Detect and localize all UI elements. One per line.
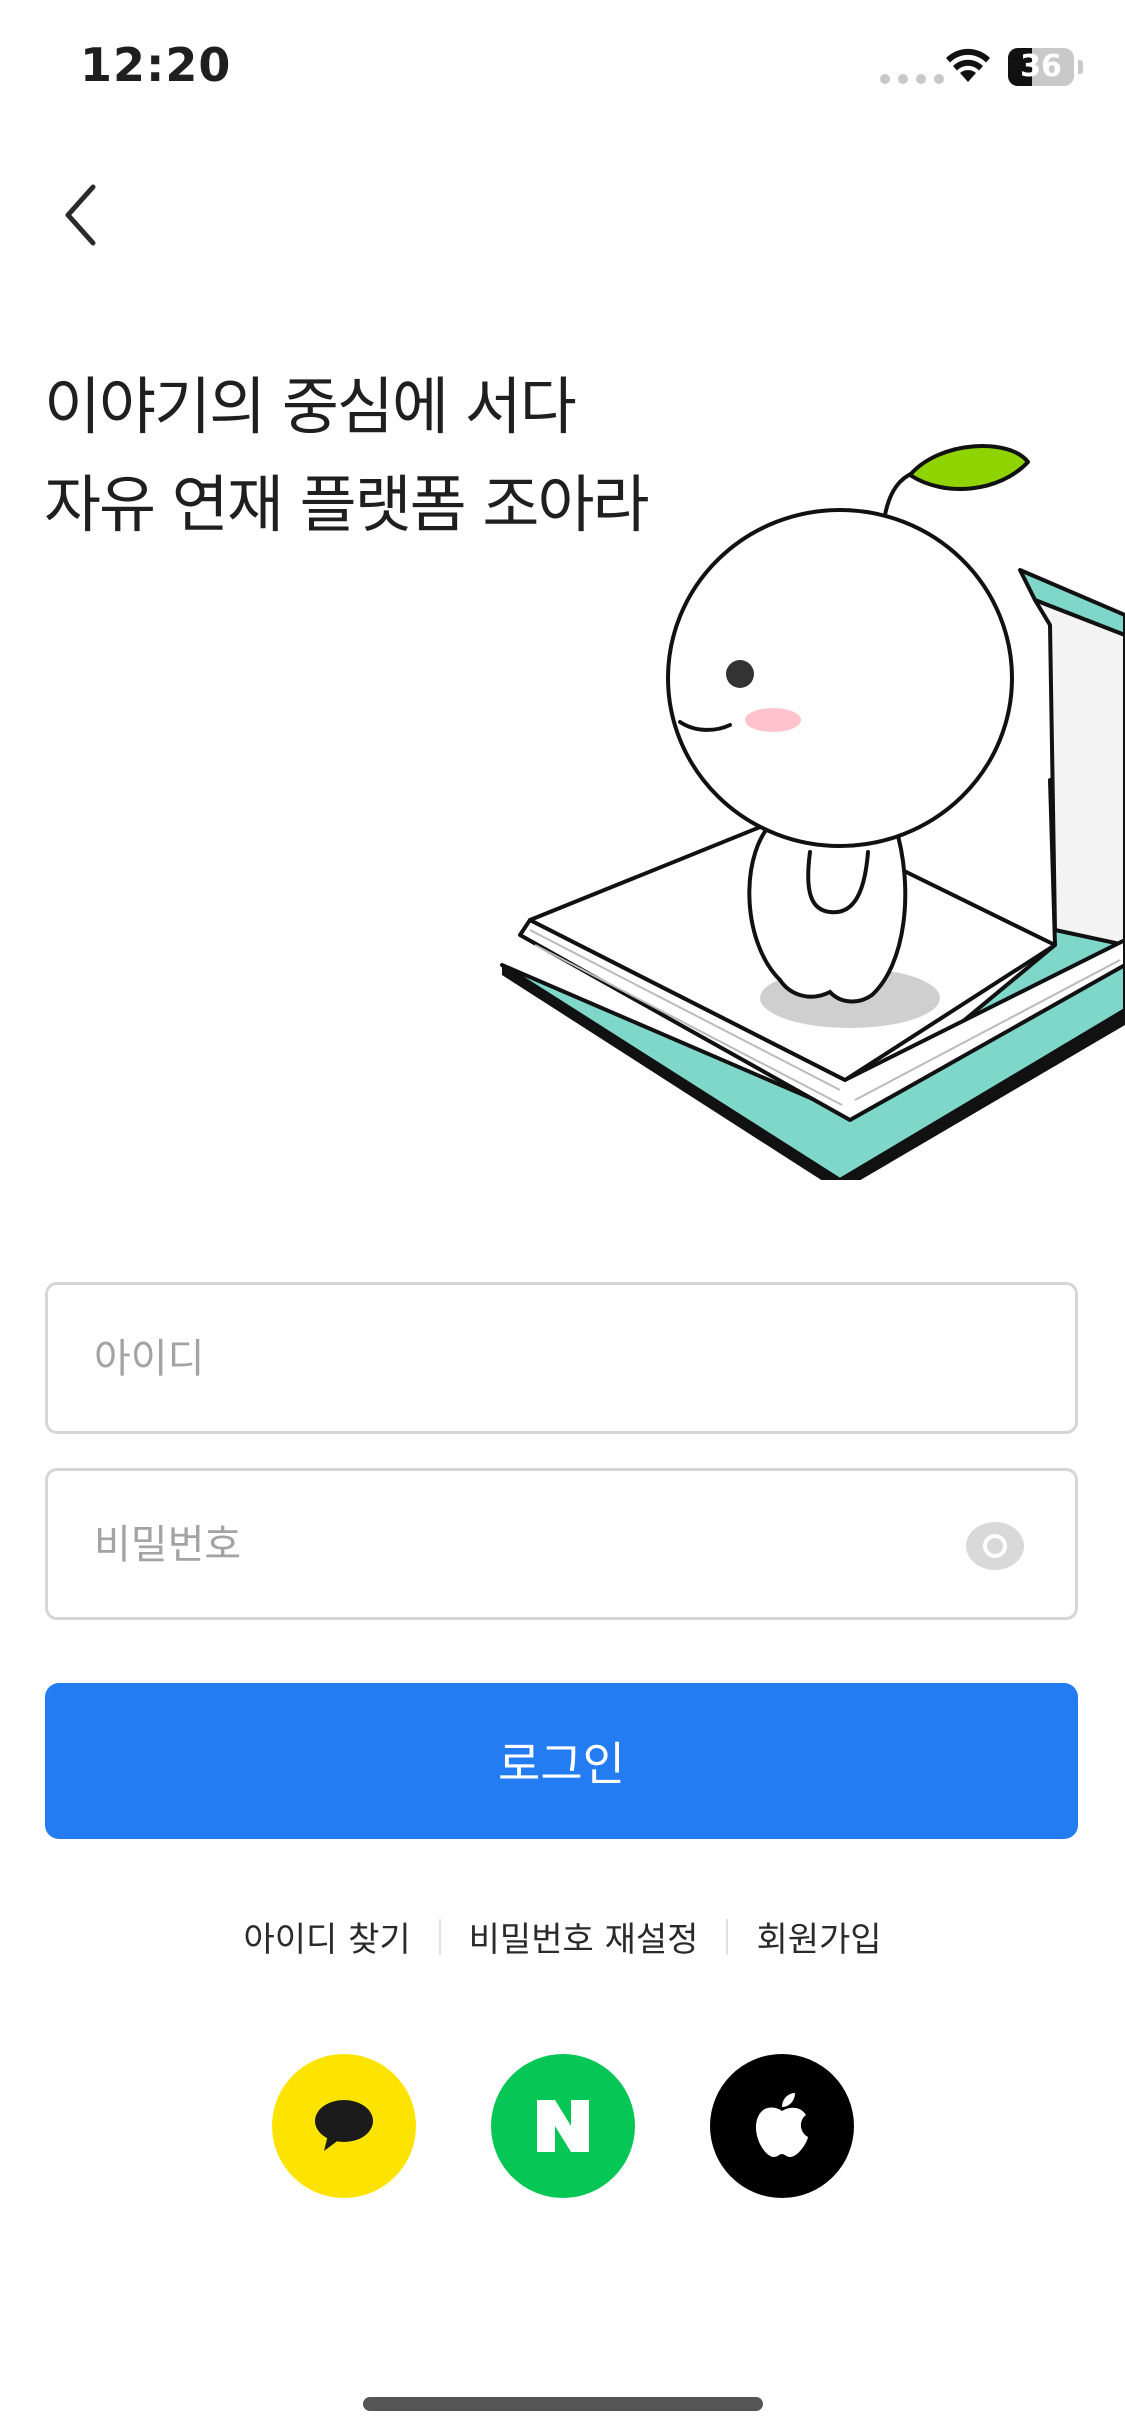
password-input[interactable] xyxy=(92,1471,956,1619)
cellular-signal-icon xyxy=(880,74,944,84)
password-field[interactable] xyxy=(45,1468,1078,1620)
account-links: 아이디 찾기 비밀번호 재설정 회원가입 xyxy=(0,1912,1125,1961)
id-field[interactable] xyxy=(45,1282,1078,1434)
kakao-login-button[interactable] xyxy=(272,2054,416,2198)
back-button[interactable] xyxy=(50,175,120,255)
id-input[interactable] xyxy=(92,1285,956,1433)
sign-up-link[interactable]: 회원가입 xyxy=(728,1912,909,1961)
battery-level: 36 xyxy=(1020,49,1062,84)
mascot-book-illustration xyxy=(500,444,1125,1180)
reset-password-link[interactable]: 비밀번호 재설정 xyxy=(441,1912,727,1961)
naver-login-button[interactable] xyxy=(491,2054,635,2198)
eye-icon[interactable] xyxy=(965,1521,1025,1571)
chevron-left-icon xyxy=(65,184,96,246)
wifi-icon xyxy=(946,48,990,82)
status-time: 12:20 xyxy=(80,38,232,92)
find-id-link[interactable]: 아이디 찾기 xyxy=(215,1912,438,1961)
naver-n-icon xyxy=(537,2100,589,2152)
apple-icon xyxy=(755,2093,808,2157)
apple-login-button[interactable] xyxy=(710,2054,854,2198)
battery-cap xyxy=(1078,60,1083,74)
battery-icon: 36 xyxy=(1008,48,1074,86)
login-button[interactable]: 로그인 xyxy=(45,1683,1078,1839)
speech-bubble-icon xyxy=(315,2100,373,2151)
home-indicator xyxy=(363,2397,763,2411)
